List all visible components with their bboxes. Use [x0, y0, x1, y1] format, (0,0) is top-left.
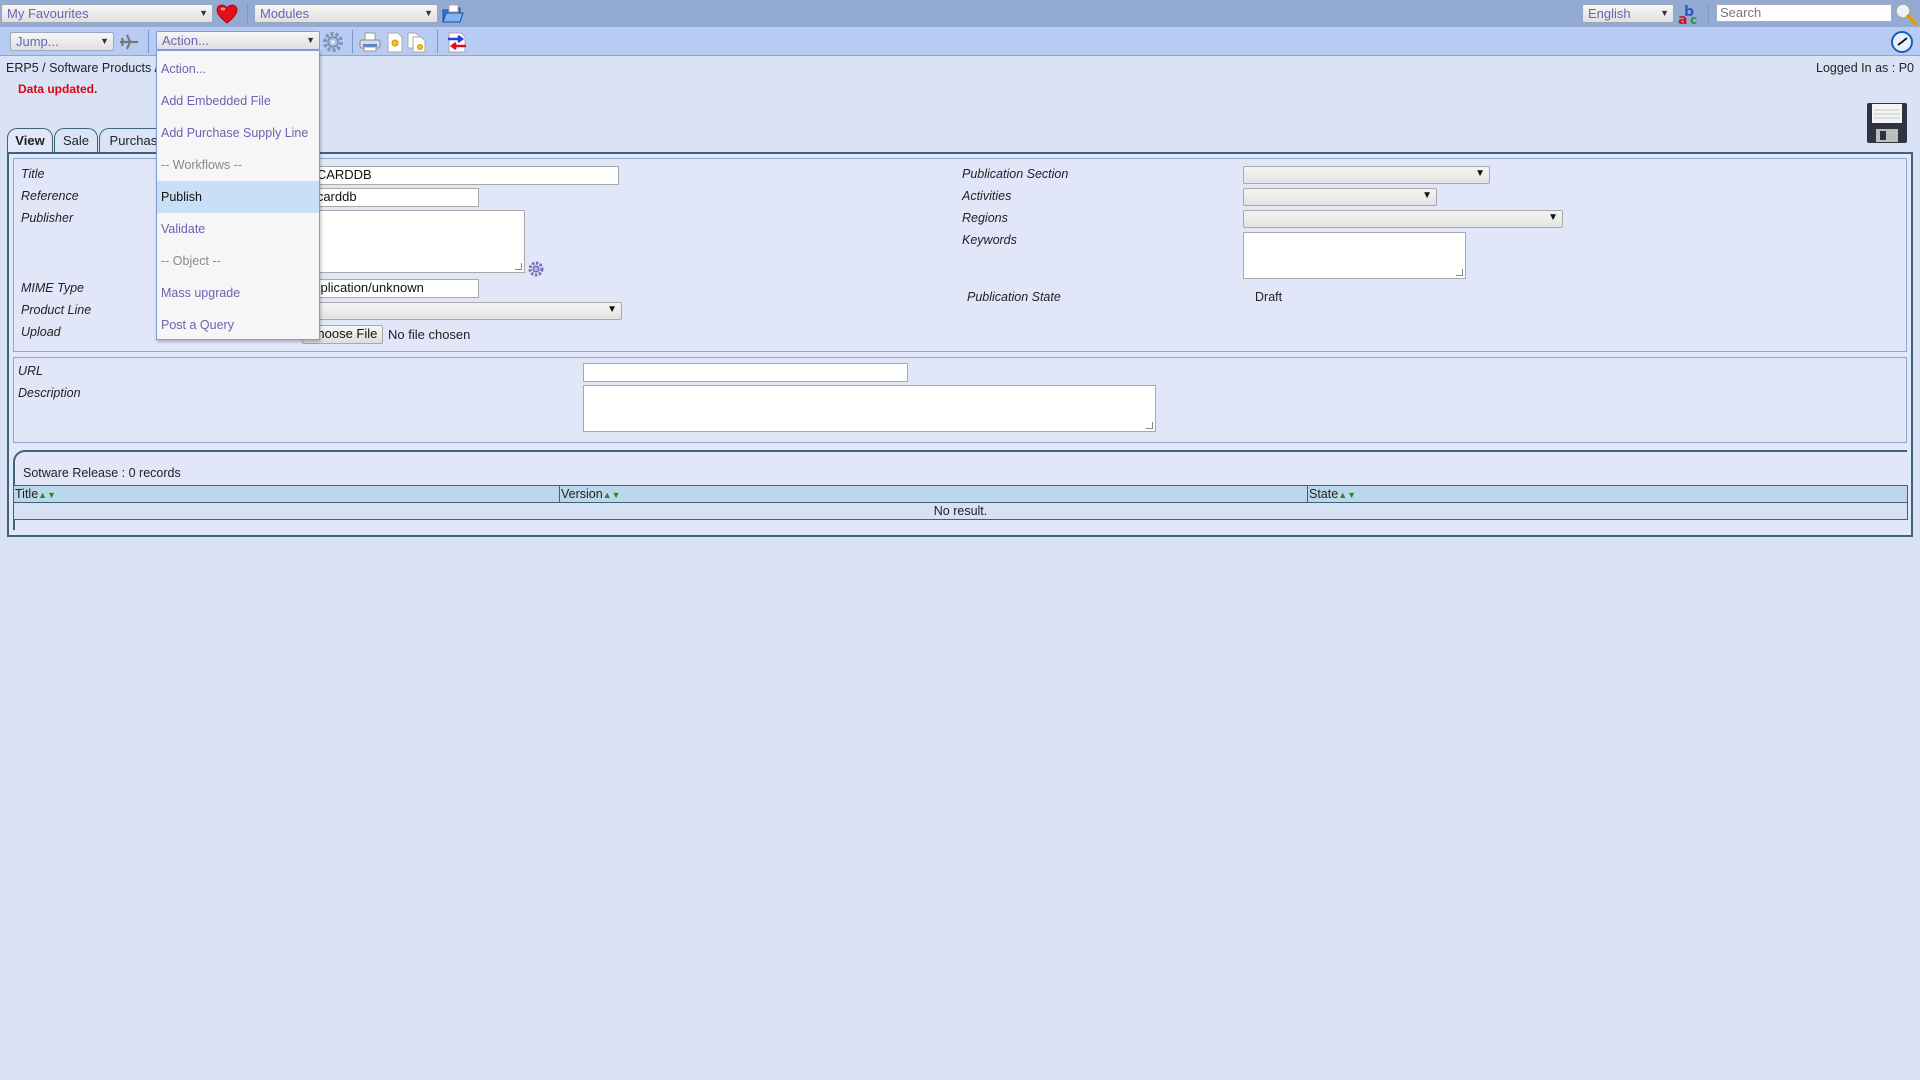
save-icon[interactable]	[1865, 101, 1909, 145]
description-textarea[interactable]	[583, 385, 1156, 432]
heart-icon[interactable]	[215, 3, 239, 25]
new-document-icon[interactable]	[384, 31, 406, 53]
column-header-version[interactable]: Version▲▼	[559, 485, 1308, 503]
chevron-down-icon: ▼	[424, 8, 433, 18]
chevron-down-icon: ▼	[1548, 212, 1558, 223]
sort-descending-icon[interactable]: ▼	[612, 490, 621, 500]
jump-select[interactable]: Jump... ▼	[10, 32, 114, 51]
description-label: Description	[18, 386, 81, 400]
no-result-cell: No result.	[13, 502, 1908, 520]
url-input[interactable]	[583, 363, 908, 382]
chevron-down-icon: ▼	[100, 36, 109, 46]
gear-icon[interactable]	[527, 260, 545, 278]
sort-descending-icon[interactable]: ▼	[1347, 490, 1356, 500]
mime-type-label: MIME Type	[21, 281, 84, 295]
reference-input[interactable]: mcarddb	[302, 188, 479, 207]
sort-descending-icon[interactable]: ▼	[47, 490, 56, 500]
activities-label: Activities	[962, 189, 1012, 203]
upload-label: Upload	[21, 325, 61, 339]
search-icon[interactable]	[1894, 2, 1918, 26]
publication-section-label: Publication Section	[962, 167, 1069, 181]
reference-label: Reference	[21, 189, 79, 203]
clock-history-icon[interactable]	[1890, 30, 1914, 54]
svg-text:c: c	[1690, 13, 1697, 26]
keywords-textarea[interactable]	[1243, 232, 1466, 279]
open-folder-icon[interactable]	[441, 3, 465, 25]
chevron-down-icon: ▼	[199, 8, 208, 18]
chevron-down-icon: ▼	[1660, 8, 1669, 18]
activities-select[interactable]: ▼	[1243, 188, 1437, 206]
upload-status: No file chosen	[388, 327, 471, 342]
menu-group-object: -- Object --	[161, 254, 221, 268]
sort-ascending-icon[interactable]: ▲	[603, 490, 612, 500]
action-select[interactable]: Action... ▼	[156, 31, 320, 50]
table-header-row: Title▲▼ Version▲▼ State▲▼	[13, 485, 1908, 503]
title-input[interactable]: MCARDDB	[302, 166, 619, 185]
tab-view[interactable]: View	[7, 128, 53, 154]
product-line-select[interactable]: ▼	[302, 302, 622, 320]
search-placeholder: Search	[1720, 5, 1762, 20]
mime-type-input[interactable]: application/unknown	[302, 279, 479, 298]
keywords-label: Keywords	[962, 233, 1017, 247]
print-icon[interactable]	[358, 31, 382, 53]
status-message: Data updated.	[18, 82, 98, 96]
favourites-select[interactable]: My Favourites ▼	[1, 4, 213, 23]
jump-select-value: Jump...	[16, 34, 59, 49]
search-input[interactable]: Search	[1716, 4, 1892, 22]
action-select-value: Action...	[162, 33, 209, 48]
column-header-state[interactable]: State▲▼	[1307, 485, 1908, 503]
publisher-label: Publisher	[21, 211, 74, 225]
chevron-down-icon: ▼	[306, 35, 315, 45]
publication-section-select[interactable]: ▼	[1243, 166, 1490, 184]
product-line-label: Product Line	[21, 303, 92, 317]
logged-in-user: Logged In as : P0	[1816, 61, 1914, 75]
spellcheck-abc-icon[interactable]: abc	[1677, 2, 1701, 26]
menu-group-workflows: -- Workflows --	[161, 158, 243, 172]
menu-item-add-embedded-file[interactable]: Add Embedded File	[157, 85, 319, 117]
menu-item-post-a-query[interactable]: Post a Query	[157, 309, 319, 341]
export-import-icon[interactable]	[445, 31, 469, 53]
tab-view-label: View	[15, 133, 45, 148]
listbox-title: Sotware Release : 0 records	[23, 466, 181, 480]
breadcrumb[interactable]: ERP5 / Software Products /	[6, 61, 158, 75]
airplane-jump-icon[interactable]	[118, 32, 140, 52]
regions-label: Regions	[962, 211, 1008, 225]
regions-select[interactable]: ▼	[1243, 210, 1563, 228]
publication-state-label: Publication State	[967, 290, 1061, 304]
gear-icon[interactable]	[321, 30, 345, 54]
software-release-table: Title▲▼ Version▲▼ State▲▼ No result.	[13, 485, 1908, 520]
table-row: No result.	[13, 502, 1908, 520]
modules-select[interactable]: Modules ▼	[254, 4, 438, 23]
publisher-textarea[interactable]	[302, 210, 525, 273]
clone-document-icon[interactable]	[406, 31, 428, 53]
publication-state-value: Draft	[1255, 290, 1283, 304]
title-label: Title	[21, 167, 45, 181]
column-version-label: Version	[561, 487, 603, 501]
chevron-down-icon: ▼	[607, 304, 617, 315]
column-header-title[interactable]: Title▲▼	[13, 485, 560, 503]
menu-item-action[interactable]: Action...	[157, 53, 319, 85]
favourites-select-value: My Favourites	[7, 6, 89, 21]
language-select[interactable]: English ▼	[1582, 4, 1674, 23]
menu-item-add-purchase-supply-line[interactable]: Add Purchase Supply Line	[157, 117, 319, 149]
column-title-label: Title	[15, 487, 39, 501]
top-bar: My Favourites ▼ Modules ▼ English ▼ abc …	[0, 0, 1920, 27]
language-select-value: English	[1588, 6, 1631, 21]
menu-item-publish[interactable]: Publish	[157, 181, 319, 213]
sort-ascending-icon[interactable]: ▲	[38, 490, 47, 500]
sort-ascending-icon[interactable]: ▲	[1338, 490, 1347, 500]
menu-item-mass-upgrade[interactable]: Mass upgrade	[157, 277, 319, 309]
chevron-down-icon: ▼	[1475, 168, 1485, 179]
menu-item-validate[interactable]: Validate	[157, 213, 319, 245]
tab-sale[interactable]: Sale	[54, 128, 98, 153]
tab-sale-label: Sale	[62, 133, 90, 148]
column-state-label: State	[1309, 487, 1339, 501]
url-label: URL	[18, 364, 44, 378]
modules-select-value: Modules	[260, 6, 310, 21]
chevron-down-icon: ▼	[1422, 190, 1432, 201]
action-dropdown-menu: Action... Add Embedded File Add Purchase…	[156, 50, 320, 340]
